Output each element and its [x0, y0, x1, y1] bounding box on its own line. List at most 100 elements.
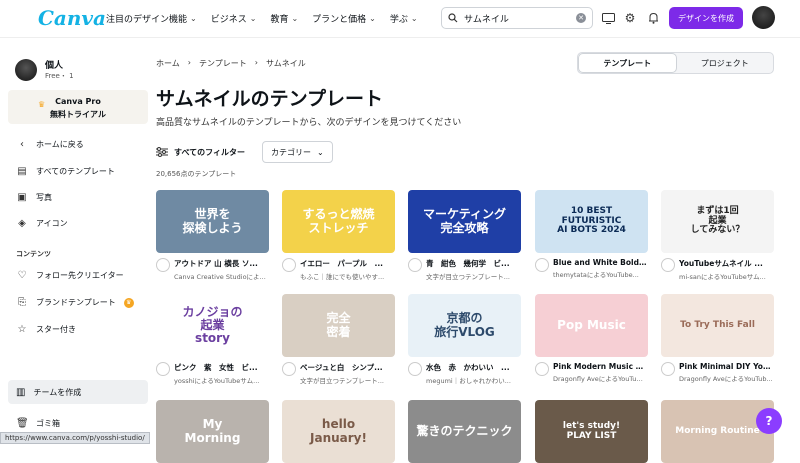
template-card[interactable]: Pop Music Pink Modern Music Y... Dragonfly…: [535, 294, 648, 383]
nav-business[interactable]: ビジネス ⌄: [211, 12, 257, 25]
bell-icon[interactable]: [646, 11, 660, 25]
nav-learn-label: 学ぶ: [389, 15, 408, 25]
canva-pro-trial-button[interactable]: ♛ Canva Pro 無料トライアル: [8, 90, 148, 124]
sidebar-item-label: アイコン: [36, 219, 68, 228]
sidebar-item-photos[interactable]: ▣ 写真: [16, 192, 52, 203]
template-thumbnail[interactable]: To Try This Fall: [661, 294, 774, 357]
template-thumbnail[interactable]: するっと燃焼 ストレッチ: [282, 190, 395, 253]
breadcrumb-home[interactable]: ホーム: [156, 58, 180, 69]
tab-templates[interactable]: テンプレート: [578, 53, 677, 73]
help-button[interactable]: ?: [756, 408, 782, 434]
category-dropdown[interactable]: カテゴリー ⌄: [262, 141, 333, 163]
creator-avatar[interactable]: [282, 362, 296, 376]
creator-avatar[interactable]: [661, 258, 675, 272]
template-card[interactable]: My Morning: [156, 400, 269, 463]
template-thumbnail[interactable]: 10 BEST FUTURISTIC AI BOTS 2024: [535, 190, 648, 253]
template-card[interactable]: let's study! PLAY LIST: [535, 400, 648, 463]
sidebar-item-label: ゴミ箱: [36, 419, 60, 428]
template-card[interactable]: 世界を 探検しようアウトドア 山 横長 ソ... Canva Creative S…: [156, 190, 269, 281]
template-card[interactable]: Morning Routine: [661, 400, 774, 463]
thumbnail-text: 完全 密着: [326, 311, 351, 339]
card-author[interactable]: Dragonfly AveによるYouTube...: [553, 373, 647, 383]
card-text: ベージュと白 シンプ... 文字が目立つテンプレート...: [300, 362, 394, 385]
search-input[interactable]: サムネイル: [464, 12, 576, 25]
clear-search-icon[interactable]: ✕: [576, 13, 586, 23]
template-card[interactable]: 驚きのテクニック: [408, 400, 521, 463]
creator-avatar[interactable]: [535, 258, 549, 272]
sidebar-item-brand-templates[interactable]: ⎘ ブランドテンプレート ♛: [16, 297, 134, 308]
creator-avatar[interactable]: [156, 258, 170, 272]
template-thumbnail[interactable]: let's study! PLAY LIST: [535, 400, 648, 463]
card-author[interactable]: megumi｜おしゃれかわい...: [426, 375, 520, 385]
sidebar-item-followed-creators[interactable]: ♡ フォロー先クリエイター: [16, 270, 124, 281]
thumbnail-text: カノジョの 起業 story: [182, 304, 243, 346]
nav-learn[interactable]: 学ぶ ⌄: [390, 12, 418, 25]
thumbnail-text: 京都の 旅行VLOG: [434, 311, 495, 339]
template-card[interactable]: まずは1回 起業 してみない？ YouTubeサムネイル ... mi-sanによる…: [661, 190, 774, 281]
template-thumbnail[interactable]: 驚きのテクニック: [408, 400, 521, 463]
template-card[interactable]: 10 BEST FUTURISTIC AI BOTS 2024 Blue and …: [535, 190, 648, 279]
template-thumbnail[interactable]: 完全 密着: [282, 294, 395, 357]
card-author[interactable]: もふこ｜誰にでも使いやす...: [300, 271, 394, 281]
nav-featured[interactable]: 注目のデザイン機能 ⌄: [106, 12, 197, 25]
category-label: カテゴリー: [271, 147, 311, 157]
all-filters-button[interactable]: すべてのフィルター: [156, 141, 245, 163]
create-team-button[interactable]: ▥ チームを作成: [8, 380, 148, 404]
chevron-down-icon: ⌄: [369, 14, 376, 23]
template-thumbnail[interactable]: Pop Music: [535, 294, 648, 357]
template-thumbnail[interactable]: マーケティング 完全攻略: [408, 190, 521, 253]
brand-icon: ⎘: [18, 297, 26, 308]
template-thumbnail[interactable]: 世界を 探検しよう: [156, 190, 269, 253]
creator-avatar[interactable]: [408, 362, 422, 376]
creator-avatar[interactable]: [661, 362, 675, 376]
page-description: 高品質なサムネイルのテンプレートから、次のデザインを見つけてください: [156, 118, 462, 128]
template-card[interactable]: To Try This Fall Pink Minimal DIY You... D…: [661, 294, 774, 383]
template-card[interactable]: hello January!: [282, 400, 395, 463]
card-author[interactable]: 文字が目立つテンプレート...: [300, 375, 394, 385]
template-thumbnail[interactable]: まずは1回 起業 してみない？: [661, 190, 774, 253]
card-text: アウトドア 山 横長 ソ... Canva Creative Studioによ..…: [174, 258, 268, 281]
breadcrumb-templates[interactable]: テンプレート: [199, 58, 247, 69]
template-thumbnail[interactable]: カノジョの 起業 story: [156, 294, 269, 357]
tab-projects[interactable]: プロジェクト: [677, 53, 774, 73]
template-thumbnail[interactable]: My Morning: [156, 400, 269, 463]
sidebar-item-all-templates[interactable]: ▤ すべてのテンプレート: [16, 166, 115, 177]
template-card[interactable]: マーケティング 完全攻略青 紺色 幾何学 ビ... 文字が目立つテンプレート...: [408, 190, 521, 281]
star-icon: ☆: [17, 324, 27, 335]
template-card[interactable]: 京都の 旅行VLOG 水色 赤 かわいい ... megumi｜おしゃれかわい...: [408, 294, 521, 385]
monitor-icon[interactable]: [601, 11, 615, 25]
creator-avatar[interactable]: [535, 362, 549, 376]
create-design-button[interactable]: デザインを作成: [669, 7, 743, 29]
template-thumbnail[interactable]: 京都の 旅行VLOG: [408, 294, 521, 357]
sidebar-item-trash[interactable]: 🗑 ゴミ箱: [16, 418, 60, 429]
sidebar-item-starred[interactable]: ☆ スター付き: [16, 324, 76, 335]
card-title: YouTubeサムネイル ...: [679, 259, 763, 268]
nav-education[interactable]: 教育 ⌄: [270, 12, 298, 25]
template-card[interactable]: するっと燃焼 ストレッチイエロー パープル ... もふこ｜誰にでも使いやす...: [282, 190, 395, 281]
card-meta: イエロー パープル ... もふこ｜誰にでも使いやす...: [282, 258, 395, 281]
profile[interactable]: 個人 Free・ 1: [15, 58, 74, 81]
template-thumbnail[interactable]: Morning Routine: [661, 400, 774, 463]
canva-logo[interactable]: Canva: [38, 6, 106, 30]
card-author[interactable]: themytataによるYouTube...: [553, 269, 647, 279]
card-author[interactable]: yosshiによるYouTubeサム...: [174, 375, 268, 385]
card-author[interactable]: 文字が目立つテンプレート...: [426, 271, 520, 281]
card-author[interactable]: mi-sanによるYouTubeサム...: [679, 271, 773, 281]
template-thumbnail[interactable]: hello January!: [282, 400, 395, 463]
template-card[interactable]: 完全 密着ベージュと白 シンプ... 文字が目立つテンプレート...: [282, 294, 395, 385]
creator-avatar[interactable]: [156, 362, 170, 376]
thumbnail-text: My Morning: [184, 417, 241, 445]
sidebar-item-label: ホームに戻る: [36, 140, 84, 149]
creator-avatar[interactable]: [282, 258, 296, 272]
gear-icon[interactable]: ⚙: [623, 11, 637, 25]
card-author[interactable]: Dragonfly AveによるYouTub...: [679, 373, 773, 383]
nav-pricing[interactable]: プランと価格 ⌄: [312, 12, 376, 25]
template-card[interactable]: カノジョの 起業 story ピンク 紫 女性 ビ... yosshiによるYouT…: [156, 294, 269, 385]
avatar[interactable]: [752, 6, 775, 29]
top-bar: Canva 注目のデザイン機能 ⌄ ビジネス ⌄ 教育 ⌄ プランと価格 ⌄ 学ぶ ⌄ サ…: [0, 0, 800, 38]
creator-avatar[interactable]: [408, 258, 422, 272]
sidebar-item-home[interactable]: ‹ ホームに戻る: [16, 139, 84, 150]
search-box[interactable]: サムネイル ✕: [441, 7, 593, 29]
card-author[interactable]: Canva Creative Studioによ...: [174, 271, 268, 281]
sidebar-item-icons[interactable]: ◈ アイコン: [16, 218, 68, 229]
